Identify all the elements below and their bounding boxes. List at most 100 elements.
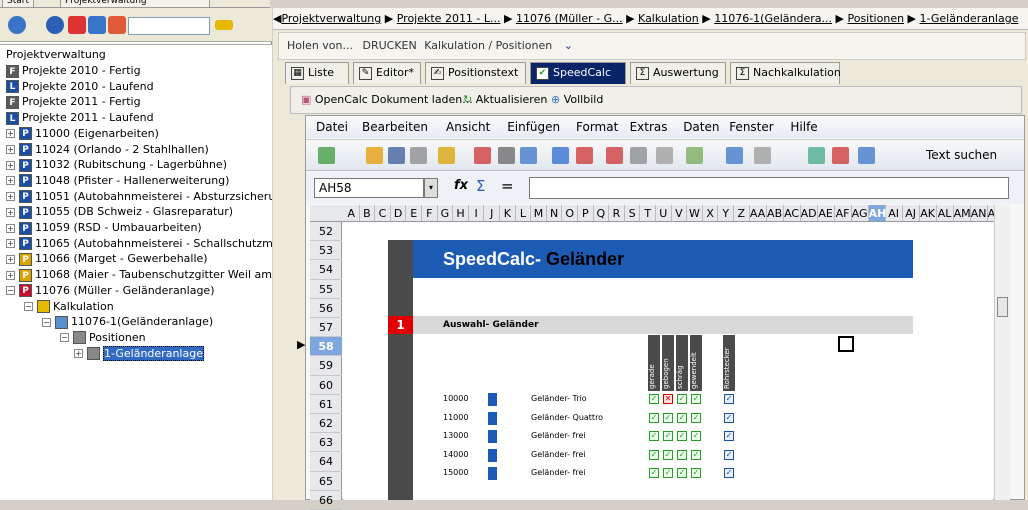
sheet-area[interactable]: SpeedCalc- Geländer 1 Auswahl- Geländer … — [343, 222, 993, 500]
formula-input[interactable] — [529, 177, 1009, 199]
column-header-cell[interactable]: T — [640, 205, 656, 221]
column-header-cell[interactable]: D — [391, 205, 407, 221]
column-header-cell[interactable]: R — [609, 205, 625, 221]
menu-ansicht[interactable]: Ansicht — [446, 116, 490, 138]
tab-nachkalkulation[interactable]: Σ Nachkalkulation — [730, 62, 841, 84]
checkbox[interactable]: ✓ — [691, 394, 701, 404]
checkbox[interactable]: ✓ — [677, 431, 687, 441]
tree-item[interactable]: + P 11000 (Eigenarbeiten) — [6, 126, 159, 142]
tree-item[interactable]: L Projekte 2010 - Laufend — [6, 79, 154, 95]
checkbox[interactable]: ✓ — [649, 468, 659, 478]
menu-datei[interactable]: Datei — [316, 116, 348, 138]
column-header-cell[interactable]: AN — [971, 205, 988, 221]
column-header-cell[interactable]: H — [453, 205, 469, 221]
checkbox[interactable]: ✓ — [663, 449, 673, 460]
tree-item[interactable]: − P 11076 (Müller - Geländeranlage) — [6, 283, 215, 299]
tree-item[interactable]: + P 11024 (Orlando - 2 Stahlhallen) — [6, 142, 209, 158]
tab-positionstext[interactable]: ✍ Positionstext — [425, 62, 526, 84]
checkbox[interactable]: ✓ — [677, 468, 687, 478]
row-header-cell[interactable]: 55 — [310, 280, 342, 299]
checkbox[interactable]: ✓ — [649, 449, 659, 460]
sum-icon[interactable]: Σ — [476, 177, 485, 195]
rohrstecker-checkbox[interactable]: ✓ — [724, 468, 734, 478]
checkbox[interactable]: ✓ — [663, 468, 673, 478]
menu-fenster[interactable]: Fenster — [729, 116, 774, 138]
expand-icon[interactable]: + — [6, 239, 15, 249]
rohrstecker-checkbox[interactable]: ✓ — [724, 394, 734, 404]
column-header-cell[interactable]: W — [687, 205, 703, 221]
drucken-label[interactable]: DRUCKEN — [363, 39, 417, 52]
row-header-cell[interactable]: 58 — [310, 337, 342, 357]
expand-icon[interactable]: + — [6, 160, 15, 170]
expand-icon[interactable]: + — [6, 145, 15, 154]
column-header-cell[interactable]: AB — [767, 205, 784, 221]
scroll-thumb[interactable] — [997, 297, 1008, 317]
tree-item[interactable]: L Projekte 2011 - Laufend — [6, 110, 154, 126]
toolbar-icon[interactable] — [630, 147, 647, 164]
tree-item[interactable]: + P 11065 (Autobahnmeisterei - Schallschut… — [6, 236, 272, 252]
row-header-cell[interactable]: 62 — [310, 414, 342, 434]
tree-selected[interactable]: +1-Geländeranlage — [74, 345, 204, 362]
column-header-cell[interactable]: P — [578, 205, 594, 221]
tab-projektverwaltung[interactable]: Projektverwaltung — [60, 0, 210, 7]
breadcrumb-item[interactable]: 11076-1(Geländera... — [714, 12, 832, 25]
checkbox[interactable]: ✓ — [691, 449, 701, 460]
column-header-cell[interactable]: AC — [784, 205, 801, 221]
column-header-cell[interactable]: AJ — [903, 205, 920, 221]
column-header-cell[interactable]: N — [547, 205, 563, 221]
column-header-cell[interactable]: O — [562, 205, 578, 221]
tab-start[interactable]: Start — [2, 0, 34, 7]
toolbar-icon[interactable] — [656, 147, 673, 164]
tab-auswertung[interactable]: Σ Auswertung — [630, 62, 726, 84]
find-icon[interactable] — [215, 20, 233, 30]
remove-icon[interactable] — [108, 16, 126, 34]
toolbar-icon[interactable] — [686, 147, 703, 164]
checkbox[interactable]: ✓ — [649, 431, 659, 441]
toolbar-icon[interactable] — [388, 147, 405, 164]
toolbar-icon[interactable] — [366, 147, 383, 164]
tree-item[interactable]: + P 11055 (DB Schweiz - Glasreparatur) — [6, 204, 233, 220]
expand-icon[interactable]: + — [6, 176, 15, 186]
expand-icon[interactable]: − — [60, 333, 69, 343]
toolbar-icon[interactable] — [498, 147, 515, 164]
checkbox[interactable]: ✓ — [677, 394, 687, 404]
column-header-cell[interactable]: U — [656, 205, 672, 221]
search-input[interactable] — [128, 17, 210, 35]
breadcrumb-item[interactable]: 11076 (Müller - G... — [516, 12, 623, 25]
breadcrumb-item[interactable]: Projekte 2011 - L... — [397, 12, 501, 25]
checkbox[interactable]: ✓ — [691, 431, 701, 441]
tree-positionen[interactable]: − Positionen — [60, 330, 146, 346]
tree-item[interactable]: + P 11032 (Rubitschung - Lagerbühne) — [6, 157, 227, 173]
breadcrumb-item[interactable]: Kalkulation — [638, 12, 699, 25]
menu-format[interactable]: Format — [576, 116, 618, 138]
column-header-cell[interactable]: G — [438, 205, 454, 221]
row-header-cell[interactable]: 52 — [310, 222, 342, 242]
expand-icon[interactable]: + — [6, 254, 15, 264]
row-header-cell[interactable]: 57 — [310, 318, 342, 338]
row-header-cell[interactable]: 59 — [310, 356, 342, 376]
column-header-cell[interactable]: F — [422, 205, 438, 221]
tree-root[interactable]: Projektverwaltung — [6, 47, 106, 63]
column-header-cell[interactable]: A — [344, 205, 360, 221]
expand-icon[interactable]: + — [74, 349, 83, 359]
pin-icon[interactable] — [68, 16, 86, 34]
tab-speedcalc[interactable]: ✔ SpeedCalc — [530, 62, 626, 84]
toolbar-icon[interactable] — [552, 147, 569, 164]
checkbox[interactable]: ✓ — [663, 431, 673, 441]
checkbox[interactable]: ✓ — [677, 449, 687, 460]
tree-item[interactable]: + P 11068 (Maier - Taubenschutzgitter Weil… — [6, 267, 272, 283]
checkbox[interactable]: ✓ — [649, 394, 659, 404]
fullscreen-button[interactable]: ⊕ Vollbild — [551, 87, 603, 113]
equals-icon[interactable]: = — [501, 177, 514, 195]
cell-cursor[interactable] — [838, 336, 854, 352]
info-icon[interactable] — [46, 16, 64, 34]
column-header-cell[interactable]: AG — [852, 205, 869, 221]
row-header-cell[interactable]: 60 — [310, 376, 342, 395]
chevron-down-icon[interactable]: ⌄ — [564, 39, 573, 52]
breadcrumb-item[interactable]: Projektverwaltung — [281, 12, 381, 25]
tree-item[interactable]: F Projekte 2010 - Fertig — [6, 63, 141, 79]
menu-daten[interactable]: Daten — [683, 116, 719, 138]
toolbar-icon[interactable] — [726, 147, 743, 164]
column-header-cell[interactable]: AL — [937, 205, 954, 221]
function-icon[interactable]: fx — [454, 178, 468, 193]
